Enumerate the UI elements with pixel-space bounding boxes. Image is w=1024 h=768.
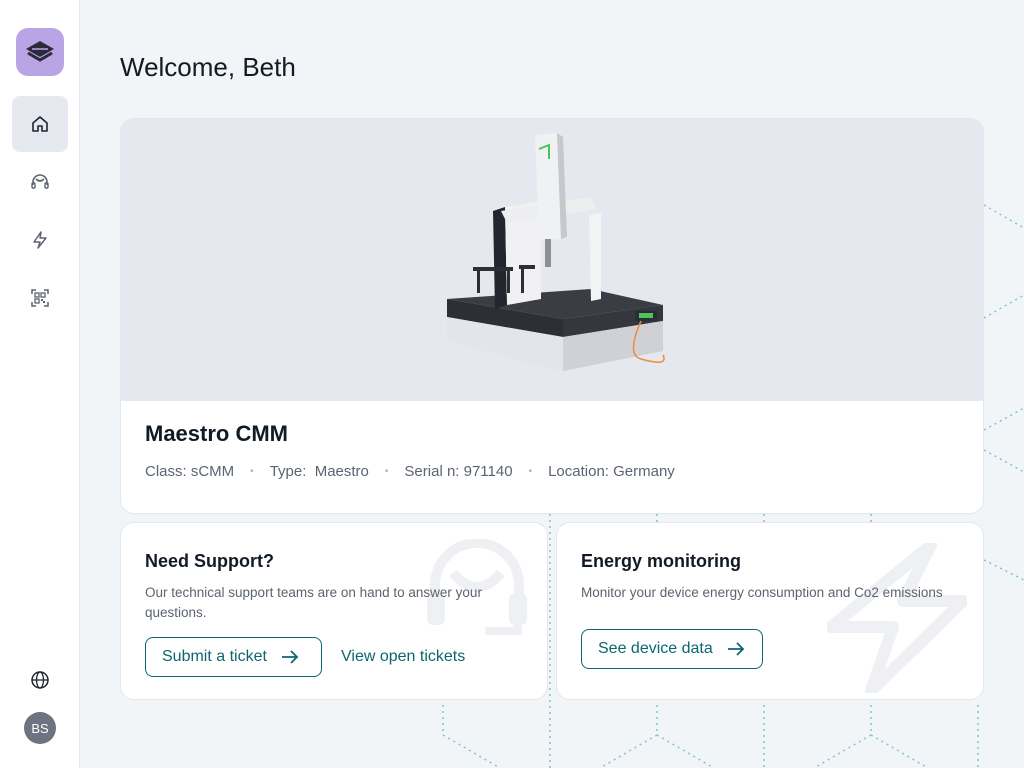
device-type: Type: Maestro	[269, 463, 369, 480]
support-description: Our technical support teams are on hand …	[145, 585, 482, 620]
qr-scan-icon	[31, 289, 49, 307]
home-icon	[32, 116, 48, 132]
lightning-icon	[33, 231, 47, 249]
layers-logo-icon	[26, 41, 54, 62]
globe-icon	[31, 671, 49, 689]
headset-icon	[31, 174, 49, 189]
language-selector[interactable]	[12, 652, 68, 708]
meta-separator: •	[384, 466, 389, 477]
see-device-data-button[interactable]: See device data	[581, 629, 763, 669]
nav-home[interactable]	[12, 96, 68, 152]
device-meta: Class: sCMM • Type: Maestro • Serial n: …	[145, 463, 675, 480]
arrow-right-icon	[281, 650, 299, 664]
energy-title: Energy monitoring	[581, 551, 742, 571]
device-location: Location: Germany	[548, 463, 675, 480]
device-card[interactable]: Maestro CMM Class: sCMM • Type: Maestro …	[120, 118, 984, 514]
submit-ticket-button[interactable]: Submit a ticket	[145, 637, 322, 677]
energy-card: Energy monitoring Monitor your device en…	[556, 522, 984, 700]
see-device-data-label: See device data	[598, 640, 713, 657]
support-title: Need Support?	[145, 551, 274, 571]
device-class: Class: sCMM	[145, 463, 235, 480]
sidebar: BS	[0, 0, 80, 768]
view-open-tickets-link[interactable]: View open tickets	[341, 648, 465, 666]
app-logo[interactable]	[16, 28, 64, 76]
support-card: Need Support? Our technical support team…	[120, 522, 548, 700]
arrow-right-icon	[727, 642, 745, 656]
submit-ticket-label: Submit a ticket	[162, 648, 267, 665]
nav-support[interactable]	[12, 154, 68, 210]
device-image	[121, 119, 983, 401]
nav-energy[interactable]	[12, 212, 68, 268]
meta-separator: •	[528, 466, 533, 477]
device-serial: Serial n: 971140	[404, 463, 513, 480]
lightning-watermark-icon	[827, 543, 967, 693]
meta-separator: •	[250, 466, 254, 477]
nav-scan[interactable]	[12, 270, 68, 326]
page-title: Welcome, Beth	[120, 52, 296, 82]
device-name: Maestro CMM	[145, 421, 289, 446]
energy-description: Monitor your device energy consumption a…	[581, 585, 943, 600]
user-avatar[interactable]: BS	[24, 712, 56, 744]
cmm-machine-image	[447, 133, 665, 371]
